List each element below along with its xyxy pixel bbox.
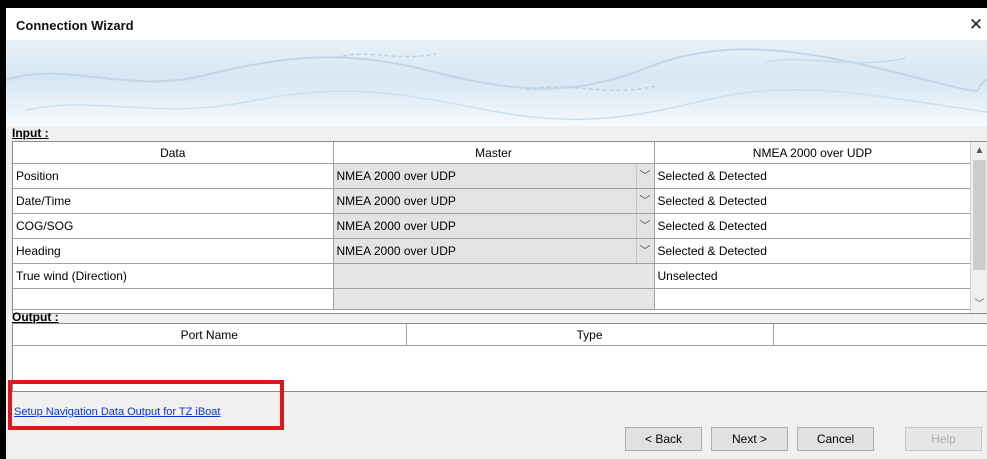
chevron-down-icon[interactable]: ﹀ [635, 214, 653, 238]
data-cell [13, 288, 334, 310]
table-row: Position NMEA 2000 over UDP ﹀ Selected & … [13, 163, 972, 189]
banner-image [6, 40, 987, 126]
column-header-master[interactable]: Master [333, 142, 655, 164]
output-table: Port Name Type [13, 324, 987, 346]
input-header-row: Data Master NMEA 2000 over UDP [13, 142, 972, 164]
output-header-row: Port Name Type [13, 324, 987, 346]
column-header-port-name[interactable]: Port Name [13, 324, 407, 346]
data-cell: Position [13, 163, 334, 189]
chevron-down-icon[interactable]: ﹀ [635, 189, 653, 213]
master-value: NMEA 2000 over UDP [336, 244, 456, 258]
help-button[interactable]: Help [905, 427, 982, 451]
column-header-data[interactable]: Data [13, 142, 334, 164]
master-dropdown[interactable] [333, 288, 655, 310]
master-dropdown[interactable]: NMEA 2000 over UDP ﹀ [333, 213, 655, 239]
close-icon[interactable]: ✕ [965, 14, 987, 36]
status-cell: Selected & Detected [654, 238, 972, 264]
data-cell: Heading [13, 238, 334, 264]
scroll-down-icon[interactable]: ﹀ [971, 296, 987, 313]
master-value: NMEA 2000 over UDP [336, 169, 456, 183]
master-dropdown[interactable]: NMEA 2000 over UDP ﹀ [333, 238, 655, 264]
window-title: Connection Wizard [16, 18, 134, 33]
master-dropdown[interactable]: NMEA 2000 over UDP ﹀ [333, 163, 655, 189]
status-cell: Selected & Detected [654, 163, 972, 189]
master-dropdown[interactable]: NMEA 2000 over UDP ﹀ [333, 188, 655, 214]
status-cell: Unselected [654, 263, 972, 289]
chevron-down-icon[interactable]: ﹀ [635, 164, 653, 188]
cancel-button[interactable]: Cancel [797, 427, 874, 451]
input-section-label: Input : [12, 126, 49, 140]
scroll-thumb[interactable] [973, 160, 986, 270]
input-grid: Data Master NMEA 2000 over UDP Position … [12, 141, 987, 314]
next-button[interactable]: Next > [711, 427, 788, 451]
status-cell: Selected & Detected [654, 213, 972, 239]
highlight-box [8, 380, 284, 430]
data-cell: Date/Time [13, 188, 334, 214]
column-header-empty [773, 324, 987, 346]
scroll-up-icon[interactable]: ▲ [971, 142, 987, 159]
input-scrollbar[interactable]: ▲ ﹀ [970, 142, 987, 313]
connection-wizard-window: Connection Wizard ✕ Input : Data Master … [6, 8, 987, 459]
column-header-nmea[interactable]: NMEA 2000 over UDP [654, 142, 972, 164]
table-row: Date/Time NMEA 2000 over UDP ﹀ Selected &… [13, 188, 972, 214]
output-section-label: Output : [12, 310, 59, 324]
chart-map-decoration [6, 48, 987, 121]
status-cell: Selected & Detected [654, 188, 972, 214]
master-value: NMEA 2000 over UDP [336, 194, 456, 208]
table-row: COG/SOG NMEA 2000 over UDP ﹀ Selected & D… [13, 213, 972, 239]
input-table: Data Master NMEA 2000 over UDP Position … [13, 142, 972, 310]
column-header-type[interactable]: Type [406, 324, 774, 346]
master-value: NMEA 2000 over UDP [336, 219, 456, 233]
title-bar: Connection Wizard ✕ [6, 8, 987, 40]
chevron-down-icon[interactable]: ﹀ [635, 239, 653, 263]
data-cell: True wind (Direction) [13, 263, 334, 289]
table-row: True wind (Direction) Unselected [13, 263, 972, 289]
data-cell: COG/SOG [13, 213, 334, 239]
status-cell [654, 288, 972, 310]
table-row [13, 288, 972, 310]
back-button[interactable]: < Back [625, 427, 702, 451]
table-row: Heading NMEA 2000 over UDP ﹀ Selected & D… [13, 238, 972, 264]
master-dropdown[interactable] [333, 263, 655, 289]
